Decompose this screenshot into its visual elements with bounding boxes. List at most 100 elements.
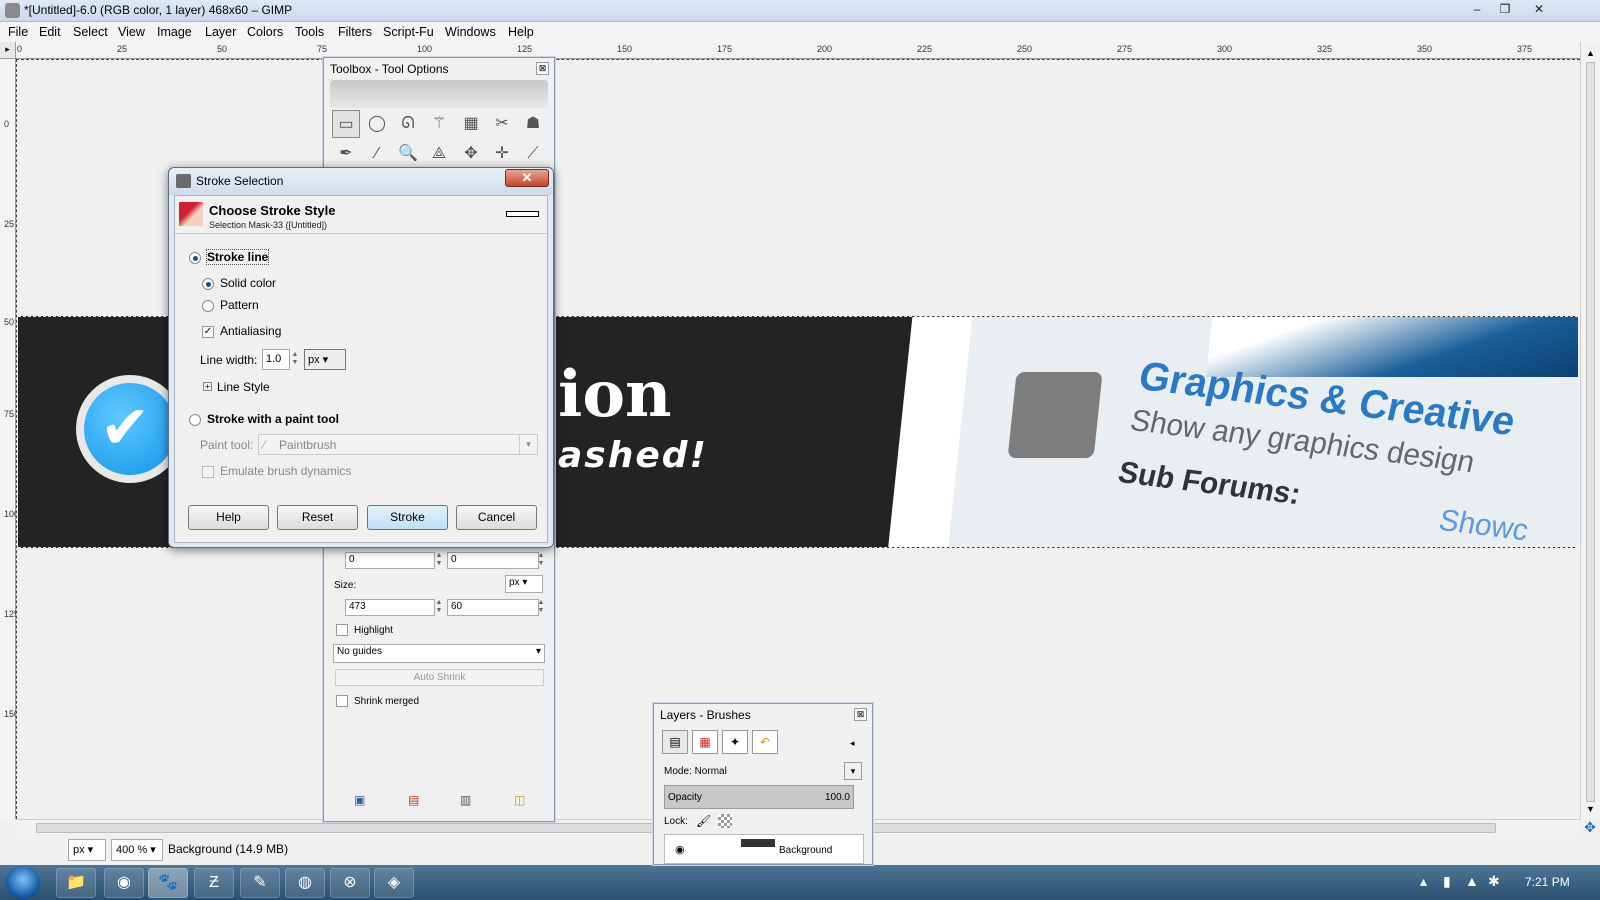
emulate-dynamics-checkbox[interactable] — [202, 466, 214, 478]
signal-tray-icon[interactable]: ▮ — [1443, 873, 1451, 890]
network-tray-icon[interactable]: ▲ — [1465, 873, 1479, 889]
vertical-scroll-thumb[interactable] — [1586, 62, 1595, 802]
taskbar-clock[interactable]: 7:21 PM — [1525, 875, 1570, 889]
menu-help[interactable]: Help — [508, 25, 534, 39]
align-icon[interactable]: ✛ — [488, 140, 516, 168]
layer-visibility-eye-icon[interactable]: ◉ — [675, 843, 685, 856]
menu-windows[interactable]: Windows — [445, 25, 496, 39]
lock-pixels-icon[interactable]: 🖌 — [696, 814, 711, 828]
firefox-taskbar-icon[interactable]: ◍ — [285, 868, 325, 898]
menu-filters[interactable]: Filters — [338, 25, 372, 39]
ruler-corner-button[interactable]: ▸ — [0, 42, 16, 59]
highlight-checkbox[interactable] — [336, 624, 348, 636]
undo-tab-icon[interactable]: ↶ — [752, 730, 778, 754]
color-select-icon[interactable]: ▦ — [457, 110, 485, 138]
shrink-merged-checkbox[interactable] — [336, 695, 348, 707]
antialiasing-checkbox[interactable]: ✓ — [202, 326, 214, 338]
vertical-scrollbar[interactable]: ▲ ▼ — [1580, 42, 1600, 819]
stroke-paint-tool-radio[interactable] — [189, 414, 201, 426]
gimp-taskbar-icon[interactable]: 🐾 — [148, 868, 188, 898]
line-width-input[interactable]: 1.0 — [262, 349, 290, 370]
cancel-button[interactable]: Cancel — [456, 505, 537, 530]
move-icon[interactable]: ✥ — [457, 140, 485, 168]
bluetooth-tray-icon[interactable]: ✱ — [1488, 873, 1500, 890]
scroll-up-arrow-icon[interactable]: ▲ — [1586, 48, 1595, 58]
filezilla-taskbar-icon[interactable]: Ƶ — [194, 868, 234, 898]
paths-icon[interactable]: ✒ — [332, 140, 360, 168]
menu-view[interactable]: View — [118, 25, 145, 39]
close-window-button[interactable]: ✕ — [1526, 1, 1552, 18]
start-button[interactable] — [6, 866, 40, 900]
reset-options-icon[interactable]: ◫ — [514, 793, 525, 807]
size-width-spinner[interactable]: ▲ ▼ — [434, 599, 444, 616]
explorer-taskbar-icon[interactable]: 📁 — [56, 868, 96, 898]
dialog-close-button[interactable]: ✕ — [505, 169, 549, 187]
line-style-expander-icon[interactable]: + — [203, 382, 212, 391]
tray-expand-icon[interactable]: ▴ — [1420, 873, 1427, 890]
app-taskbar-icon[interactable]: ◈ — [374, 868, 414, 898]
menu-script-fu[interactable]: Script-Fu — [383, 25, 434, 39]
size-width-input[interactable]: 473 — [345, 599, 435, 616]
guides-select[interactable]: No guides ▾ — [333, 644, 545, 663]
position-y-input[interactable]: 0 — [447, 552, 539, 569]
layer-row[interactable]: ◉ Background — [664, 834, 864, 864]
position-y-spinner[interactable]: ▲ ▼ — [536, 552, 546, 569]
size-height-spinner[interactable]: ▲ ▼ — [536, 599, 546, 616]
stroke-line-label[interactable]: Stroke line — [205, 249, 270, 265]
vertical-ruler[interactable]: 0 25 50 75 100 125 150 — [0, 59, 19, 819]
menu-edit[interactable]: Edit — [39, 25, 61, 39]
auto-shrink-button[interactable]: Auto Shrink — [335, 669, 544, 686]
maximize-button[interactable]: ❐ — [1492, 1, 1518, 18]
emulate-dynamics-label[interactable]: Emulate brush dynamics — [220, 464, 351, 478]
size-height-input[interactable]: 60 — [447, 599, 539, 616]
channels-tab-icon[interactable]: ▦ — [692, 730, 718, 754]
close-layers-dock-icon[interactable]: ⊠ — [854, 708, 867, 721]
unit-select[interactable]: px ▾ — [68, 839, 106, 861]
close-dock-icon[interactable]: ⊠ — [536, 62, 549, 75]
restore-options-icon[interactable]: ▤ — [408, 793, 419, 807]
measure-icon[interactable]: ⟁ — [425, 140, 453, 168]
ellipse-select-icon[interactable]: ◯ — [363, 110, 391, 138]
scroll-down-arrow-icon[interactable]: ▼ — [1586, 804, 1595, 814]
notepad-taskbar-icon[interactable]: ✎ — [240, 868, 280, 898]
minimize-button[interactable]: – — [1464, 1, 1490, 18]
menu-tools[interactable]: Tools — [295, 25, 324, 39]
menu-layer[interactable]: Layer — [205, 25, 236, 39]
zoom-icon[interactable]: 🔍 — [394, 140, 422, 168]
position-x-spinner[interactable]: ▲ ▼ — [434, 552, 444, 569]
lock-alpha-icon[interactable] — [718, 814, 732, 828]
free-select-icon[interactable]: ᘏ — [394, 110, 422, 138]
stroke-button[interactable]: Stroke — [367, 505, 448, 530]
position-x-input[interactable]: 0 — [345, 552, 435, 569]
solid-color-label[interactable]: Solid color — [220, 276, 276, 290]
pattern-label[interactable]: Pattern — [220, 298, 259, 312]
solid-color-radio[interactable] — [202, 278, 214, 290]
crop-icon[interactable]: ⟋ — [519, 140, 547, 168]
stroke-paint-tool-label[interactable]: Stroke with a paint tool — [207, 412, 339, 426]
layers-tab-icon[interactable]: ▤ — [662, 730, 688, 754]
tab-menu-icon[interactable]: ◂ — [850, 738, 855, 749]
pattern-radio[interactable] — [202, 300, 214, 312]
size-unit-select[interactable]: px ▾ — [505, 575, 543, 593]
help-button[interactable]: Help — [188, 505, 269, 530]
menu-image[interactable]: Image — [157, 25, 192, 39]
delete-options-icon[interactable]: ▥ — [460, 793, 471, 807]
antialiasing-label[interactable]: Antialiasing — [220, 324, 281, 338]
paths-tab-icon[interactable]: ✦ — [722, 730, 748, 754]
zoom-select[interactable]: 400 % ▾ — [111, 839, 163, 861]
rect-select-icon[interactable]: ▭ — [332, 110, 360, 138]
menu-select[interactable]: Select — [73, 25, 108, 39]
opacity-slider[interactable]: Opacity 100.0 — [664, 785, 854, 809]
save-options-icon[interactable]: ▣ — [354, 793, 365, 807]
paint-tool-select[interactable]: ⁄ Paintbrush ▾ — [258, 434, 538, 455]
scissors-icon[interactable]: ✂ — [488, 110, 516, 138]
color-picker-icon[interactable]: ⁄ — [363, 140, 391, 168]
line-width-spinner[interactable]: ▲ ▼ — [290, 351, 300, 368]
chrome-taskbar-icon[interactable]: ◉ — [104, 868, 144, 898]
foreground-select-icon[interactable]: ☗ — [519, 110, 547, 138]
line-style-label[interactable]: Line Style — [217, 380, 270, 394]
menu-file[interactable]: File — [8, 25, 28, 39]
navigate-icon[interactable]: ✥ — [1580, 819, 1600, 835]
xampp-taskbar-icon[interactable]: ⊗ — [330, 868, 370, 898]
mode-dropdown-button[interactable]: ▾ — [844, 762, 862, 780]
